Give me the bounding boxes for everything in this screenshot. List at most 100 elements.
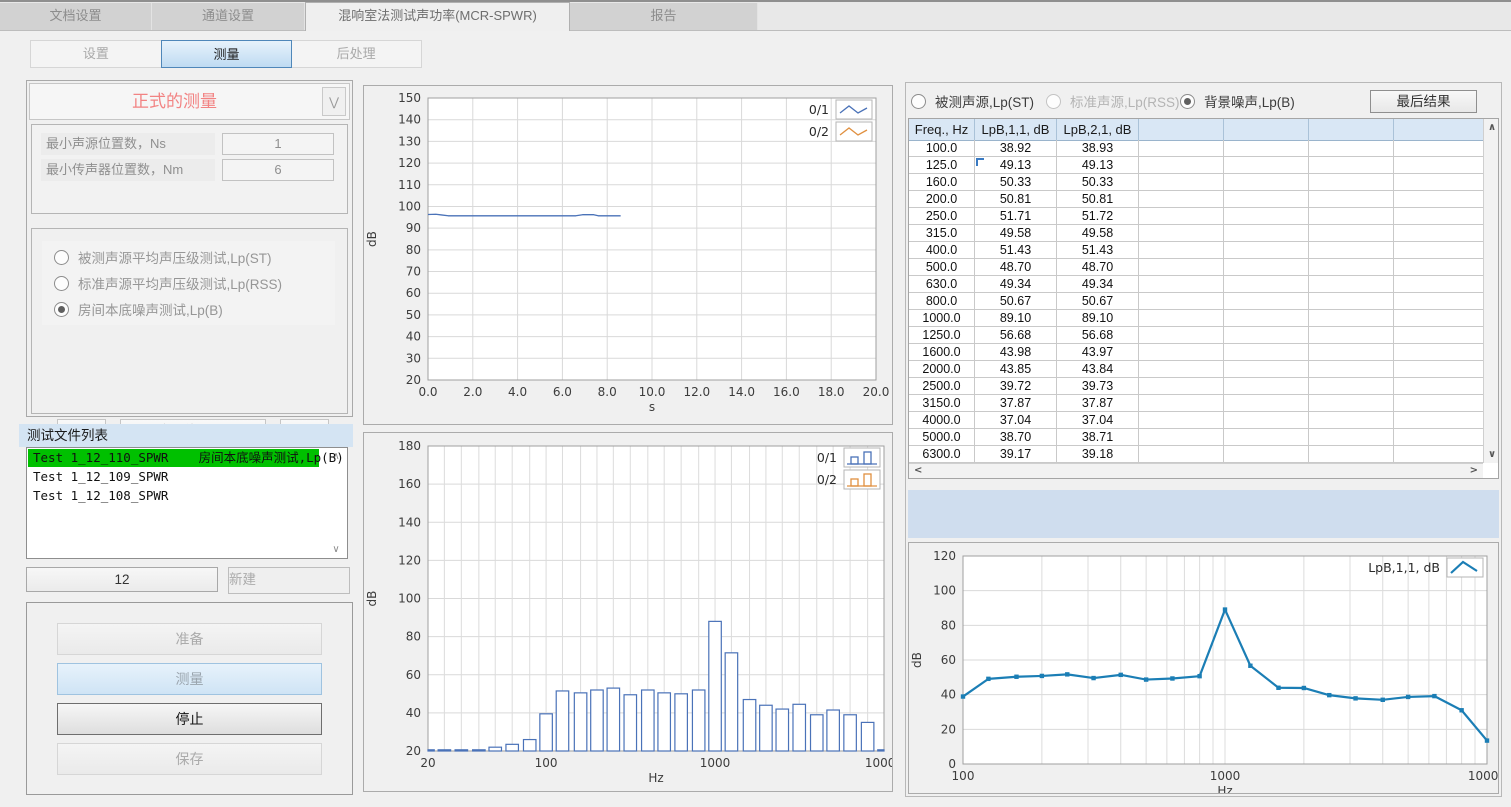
table-cell[interactable] [1309, 429, 1394, 446]
table-cell[interactable] [1139, 242, 1224, 259]
table-column-header-4[interactable] [1224, 119, 1309, 140]
table-cell[interactable] [1224, 395, 1309, 412]
table-cell[interactable]: 51.71 [975, 208, 1057, 225]
table-cell[interactable]: 51.43 [1057, 242, 1139, 259]
table-cell[interactable] [1139, 157, 1224, 174]
table-cell[interactable] [1224, 242, 1309, 259]
table-cell[interactable]: 48.70 [975, 259, 1057, 276]
table-cell[interactable] [1394, 259, 1483, 276]
result-source-radio-2[interactable]: 背景噪声,Lp(B) [1180, 91, 1295, 111]
table-cell[interactable] [1139, 395, 1224, 412]
sub-tab-1[interactable]: 测量 [161, 40, 293, 68]
table-cell[interactable]: 6300.0 [909, 446, 975, 463]
table-cell[interactable] [1309, 293, 1394, 310]
table-cell[interactable] [1139, 310, 1224, 327]
action-button-1[interactable]: 测量 [57, 663, 322, 695]
radio-icon[interactable] [54, 276, 69, 291]
table-cell[interactable]: 315.0 [909, 225, 975, 242]
action-button-2[interactable]: 停止 [57, 703, 322, 735]
table-cell[interactable] [1224, 429, 1309, 446]
table-cell[interactable] [1139, 446, 1224, 463]
scroll-up-icon[interactable]: ∧ [1488, 122, 1496, 133]
table-cell[interactable] [1309, 242, 1394, 259]
table-cell[interactable] [1224, 174, 1309, 191]
table-cell[interactable]: 43.97 [1057, 344, 1139, 361]
table-cell[interactable]: 39.72 [975, 378, 1057, 395]
table-cell[interactable]: 50.33 [1057, 174, 1139, 191]
table-cell[interactable]: 49.58 [975, 225, 1057, 242]
table-cell[interactable] [1139, 225, 1224, 242]
table-cell[interactable]: 48.70 [1057, 259, 1139, 276]
table-cell[interactable]: 51.43 [975, 242, 1057, 259]
table-cell[interactable] [1139, 344, 1224, 361]
table-cell[interactable]: 1600.0 [909, 344, 975, 361]
test-type-radio-0[interactable]: 被测声源平均声压级测试,Lp(ST) [54, 244, 331, 270]
table-cell[interactable] [1224, 310, 1309, 327]
file-count-button[interactable]: 12 [26, 567, 218, 592]
file-list-item-2[interactable]: Test 1_12_108_SPWR [28, 487, 319, 505]
table-cell[interactable]: 56.68 [1057, 327, 1139, 344]
table-cell[interactable]: 43.85 [975, 361, 1057, 378]
test-type-radio-1[interactable]: 标准声源平均声压级测试,Lp(RSS) [54, 270, 331, 296]
table-cell[interactable]: 50.67 [975, 293, 1057, 310]
sub-tab-2[interactable]: 后处理 [291, 41, 421, 67]
table-cell[interactable] [1309, 174, 1394, 191]
table-cell[interactable]: 37.04 [1057, 412, 1139, 429]
table-cell[interactable] [1139, 259, 1224, 276]
radio-icon[interactable] [54, 250, 69, 265]
table-cell[interactable] [1309, 191, 1394, 208]
table-cell[interactable]: 51.72 [1057, 208, 1139, 225]
table-cell[interactable]: 4000.0 [909, 412, 975, 429]
table-cell[interactable] [1394, 208, 1483, 225]
table-cell[interactable] [1224, 259, 1309, 276]
table-cell[interactable]: 49.34 [975, 276, 1057, 293]
radio-icon[interactable] [1180, 94, 1195, 109]
table-cell[interactable]: 800.0 [909, 293, 975, 310]
table-cell[interactable]: 89.10 [1057, 310, 1139, 327]
final-result-button[interactable]: 最后结果 [1370, 90, 1477, 113]
table-cell[interactable]: 5000.0 [909, 429, 975, 446]
table-cell[interactable] [1309, 412, 1394, 429]
table-cell[interactable]: 43.84 [1057, 361, 1139, 378]
table-cell[interactable] [1394, 378, 1483, 395]
table-cell[interactable] [1394, 191, 1483, 208]
table-cell[interactable] [1394, 174, 1483, 191]
table-cell[interactable]: 1250.0 [909, 327, 975, 344]
table-cell[interactable] [1309, 446, 1394, 463]
table-cell[interactable]: 630.0 [909, 276, 975, 293]
table-cell[interactable] [1309, 140, 1394, 157]
table-cell[interactable] [1394, 446, 1483, 463]
scroll-down-icon[interactable]: ∨ [329, 544, 343, 555]
radio-icon[interactable] [911, 94, 926, 109]
table-cell[interactable]: 43.98 [975, 344, 1057, 361]
table-cell[interactable]: 56.68 [975, 327, 1057, 344]
table-cell[interactable] [1139, 293, 1224, 310]
table-cell[interactable]: 39.73 [1057, 378, 1139, 395]
table-column-header-1[interactable]: LpB,1,1, dB [975, 119, 1057, 140]
table-column-header-0[interactable]: Freq., Hz [909, 119, 975, 140]
test-type-radio-2[interactable]: 房间本底噪声测试,Lp(B) [54, 296, 331, 322]
table-cell[interactable]: 39.18 [1057, 446, 1139, 463]
table-cell[interactable] [1224, 412, 1309, 429]
table-cell[interactable]: 125.0 [909, 157, 975, 174]
table-cell[interactable]: 2000.0 [909, 361, 975, 378]
table-cell[interactable] [1394, 140, 1483, 157]
table-cell[interactable] [1224, 191, 1309, 208]
scroll-right-icon[interactable]: > [1470, 465, 1478, 476]
table-cell[interactable] [1309, 208, 1394, 225]
new-file-button[interactable]: 新建 [228, 567, 350, 594]
table-cell[interactable] [1309, 225, 1394, 242]
table-cell[interactable]: 400.0 [909, 242, 975, 259]
table-cell[interactable]: 2500.0 [909, 378, 975, 395]
table-cell[interactable] [1224, 276, 1309, 293]
table-cell[interactable]: 37.87 [975, 395, 1057, 412]
table-horizontal-scrollbar[interactable]: < > [909, 463, 1483, 478]
table-cell[interactable]: 38.71 [1057, 429, 1139, 446]
table-vertical-scrollbar[interactable]: ∧ ∨ [1483, 119, 1498, 463]
table-cell[interactable] [1139, 361, 1224, 378]
table-cell[interactable] [1394, 412, 1483, 429]
field-input-1[interactable]: 6 [222, 159, 334, 181]
table-cell[interactable]: 160.0 [909, 174, 975, 191]
table-cell[interactable] [1224, 378, 1309, 395]
table-cell[interactable]: 37.04 [975, 412, 1057, 429]
